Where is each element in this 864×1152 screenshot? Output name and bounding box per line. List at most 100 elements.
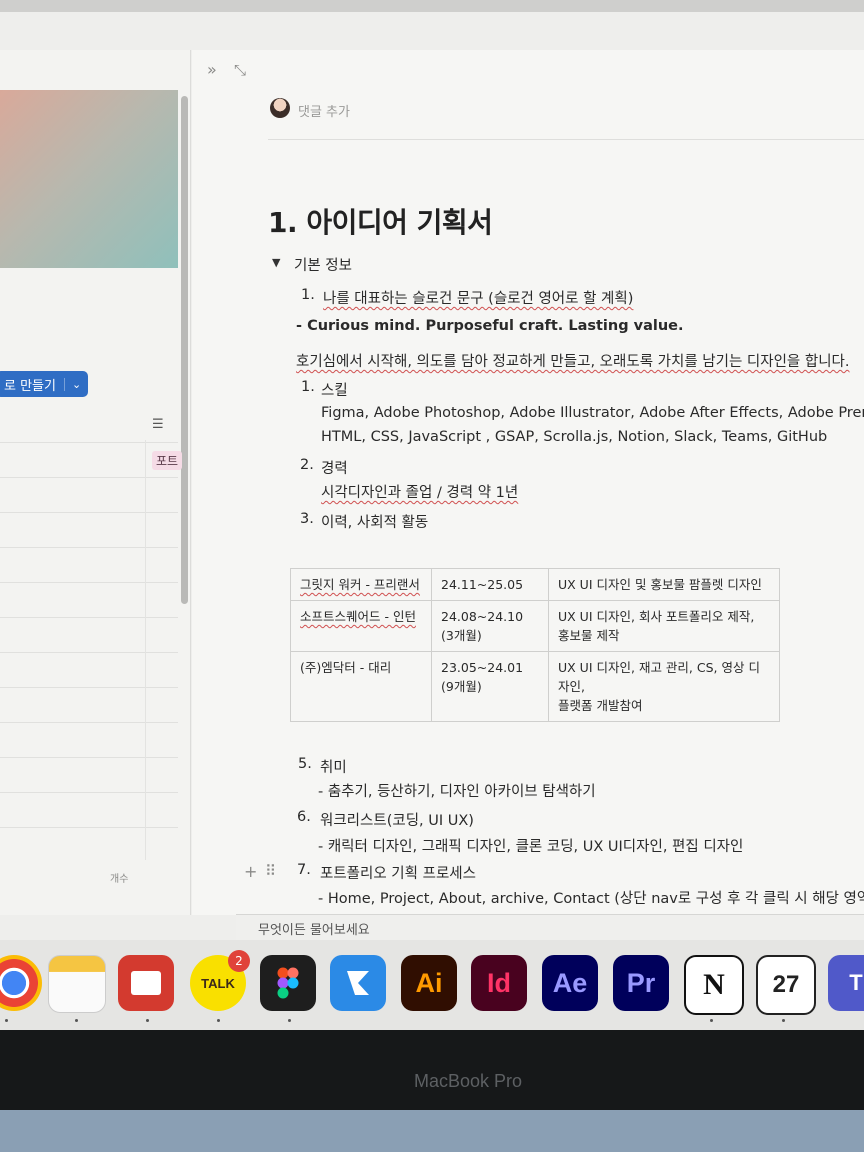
calendar-label: 27 bbox=[772, 971, 800, 998]
table-divider bbox=[0, 792, 178, 793]
period-text: 23.05~24.01 bbox=[441, 660, 524, 675]
table-column-divider bbox=[145, 440, 146, 860]
table-divider bbox=[0, 512, 178, 513]
career-heading: 경력 bbox=[321, 461, 348, 477]
list-number: 7. bbox=[297, 862, 311, 878]
slogan-heading: 나를 대표하는 슬로건 문구 (슬로건 영어로 할 계획) bbox=[323, 291, 634, 307]
running-indicator bbox=[75, 1019, 78, 1022]
running-indicator bbox=[5, 1019, 8, 1022]
table-cell[interactable]: 그릿지 워커 - 프리랜서 bbox=[290, 568, 432, 601]
premiere-label: Pr bbox=[626, 967, 656, 998]
period-text: 24.11~25.05 bbox=[441, 577, 524, 592]
background-surface bbox=[0, 1110, 864, 1152]
expand-arrows-icon[interactable]: ⤡ bbox=[234, 61, 246, 79]
table-cell[interactable]: UX UI 디자인 및 홍보물 팜플렛 디자인 bbox=[548, 568, 780, 601]
process-heading: 포트폴리오 기획 프로세스 bbox=[320, 866, 476, 882]
notion-label: N bbox=[703, 968, 725, 1001]
table-divider bbox=[0, 687, 178, 688]
history-table: 그릿지 워커 - 프리랜서 24.11~25.05 UX UI 디자인 및 홍보… bbox=[290, 568, 780, 722]
teams-app-icon[interactable]: T bbox=[828, 955, 864, 1011]
notion-app-icon[interactable]: N bbox=[684, 955, 744, 1015]
list-number: 1. bbox=[301, 379, 315, 395]
laptop-bezel bbox=[0, 1030, 864, 1110]
slogan-korean: 호기심에서 시작해, 의도를 담아 정교하게 만들고, 오래도록 가치를 남기는… bbox=[296, 354, 850, 370]
premiere-app-icon[interactable]: Pr bbox=[613, 955, 669, 1011]
add-comment-button[interactable]: 댓글 추가 bbox=[298, 101, 350, 120]
list-number: 5. bbox=[298, 756, 312, 772]
table-cell[interactable]: 24.11~25.05 bbox=[431, 568, 549, 601]
table-cell[interactable]: UX UI 디자인, 회사 포트폴리오 제작, 홍보물 제작 bbox=[548, 600, 780, 652]
count-label: 개수 bbox=[110, 874, 129, 885]
career-detail: 시각디자인과 졸업 / 경력 약 1년 bbox=[321, 485, 519, 501]
table-divider bbox=[0, 547, 178, 548]
page-title: 1. 아이디어 기획서 bbox=[268, 206, 493, 239]
after-effects-app-icon[interactable]: Ae bbox=[542, 955, 598, 1011]
add-block-icon[interactable]: + bbox=[244, 862, 257, 881]
company-text: 그릿지 워커 - 프리랜서 bbox=[300, 577, 420, 592]
indesign-app-icon[interactable]: Id bbox=[471, 955, 527, 1011]
table-divider bbox=[0, 617, 178, 618]
hobby-detail: - 춤추기, 등산하기, 디자인 아카이브 탐색하기 bbox=[318, 784, 596, 800]
running-indicator bbox=[146, 1019, 149, 1022]
table-cell[interactable]: UX UI 디자인, 재고 관리, CS, 영상 디 자인, 플랫폼 개발참여 bbox=[548, 651, 780, 722]
figma-logo-icon bbox=[277, 967, 299, 999]
list-view-icon[interactable]: ☰ bbox=[152, 417, 164, 432]
table-divider bbox=[0, 827, 178, 828]
table-row: (주)엠닥터 - 대리 23.05~24.01 (9개월) UX UI 디자인, … bbox=[290, 651, 780, 722]
running-indicator bbox=[217, 1019, 220, 1022]
table-divider bbox=[0, 442, 178, 443]
table-divider bbox=[0, 757, 178, 758]
ask-input-placeholder[interactable]: 무엇이든 물어보세요 bbox=[258, 919, 370, 938]
process-detail: - Home, Project, About, archive, Contact… bbox=[318, 891, 864, 907]
create-button[interactable]: 로 만들기 ⌄ bbox=[0, 371, 89, 397]
running-indicator bbox=[782, 1019, 785, 1022]
arrow-logo-icon bbox=[347, 971, 369, 995]
device-label: MacBook Pro bbox=[414, 1071, 523, 1091]
running-indicator bbox=[710, 1019, 713, 1022]
double-chevron-right-icon[interactable]: » bbox=[207, 60, 217, 79]
photo-booth-app-icon[interactable] bbox=[118, 955, 174, 1011]
table-divider bbox=[0, 477, 178, 478]
talk-label: TALK bbox=[201, 975, 235, 991]
teams-label: T bbox=[849, 970, 863, 995]
divider bbox=[268, 139, 864, 140]
list-number: 2. bbox=[300, 457, 314, 473]
slogan-english: - Curious mind. Purposeful craft. Lastin… bbox=[296, 318, 684, 334]
calendar-app-icon[interactable]: 27 bbox=[756, 955, 816, 1015]
period-note: (9개월) bbox=[441, 679, 482, 694]
work-text: UX UI 디자인 및 홍보물 팜플렛 디자인 bbox=[558, 577, 762, 592]
chevron-down-icon[interactable]: ⌄ bbox=[63, 377, 88, 391]
hobby-heading: 취미 bbox=[320, 760, 347, 776]
photo-icon bbox=[131, 971, 161, 995]
figma-app-icon[interactable] bbox=[260, 955, 316, 1011]
work-text: UX UI 디자인, 회사 포트폴리오 제작, bbox=[558, 609, 755, 624]
table-cell[interactable]: 23.05~24.01 (9개월) bbox=[431, 651, 549, 722]
wishlist-detail: - 캐릭터 디자인, 그래픽 디자인, 클론 코딩, UX UI디자인, 편집 … bbox=[318, 839, 744, 855]
company-text: (주)엠닥터 - 대리 bbox=[300, 660, 392, 675]
table-cell[interactable]: (주)엠닥터 - 대리 bbox=[290, 651, 432, 722]
list-number: 1. bbox=[301, 287, 315, 303]
avatar bbox=[270, 98, 290, 118]
table-row: 소프트스퀘어드 - 인턴 24.08~24.10 (3개월) UX UI 디자인,… bbox=[290, 600, 780, 652]
toggle-triangle-icon[interactable]: ▼ bbox=[272, 256, 280, 269]
table-divider bbox=[0, 652, 178, 653]
skills-line: Figma, Adobe Photoshop, Adobe Illustrato… bbox=[321, 405, 864, 421]
table-divider bbox=[0, 582, 178, 583]
toggle-label[interactable]: 기본 정보 bbox=[294, 254, 352, 275]
scrollbar[interactable] bbox=[181, 96, 188, 604]
work-text: 홍보물 제작 bbox=[558, 628, 620, 643]
period-text: 24.08~24.10 bbox=[441, 609, 524, 624]
table-cell[interactable]: 소프트스퀘어드 - 인턴 bbox=[290, 600, 432, 652]
running-indicator bbox=[288, 1019, 291, 1022]
framer-app-icon[interactable] bbox=[330, 955, 386, 1011]
list-number: 3. bbox=[300, 511, 314, 527]
period-note: (3개월) bbox=[441, 628, 482, 643]
table-cell[interactable]: 24.08~24.10 (3개월) bbox=[431, 600, 549, 652]
activities-heading: 이력, 사회적 활동 bbox=[321, 515, 429, 531]
top-bar bbox=[0, 0, 864, 12]
notes-app-icon[interactable] bbox=[48, 955, 106, 1013]
create-button-label: 로 만들기 bbox=[4, 378, 56, 394]
drag-handle-icon[interactable]: ⠿ bbox=[265, 862, 276, 880]
illustrator-app-icon[interactable]: Ai bbox=[401, 955, 457, 1011]
notification-badge: 2 bbox=[228, 950, 250, 972]
